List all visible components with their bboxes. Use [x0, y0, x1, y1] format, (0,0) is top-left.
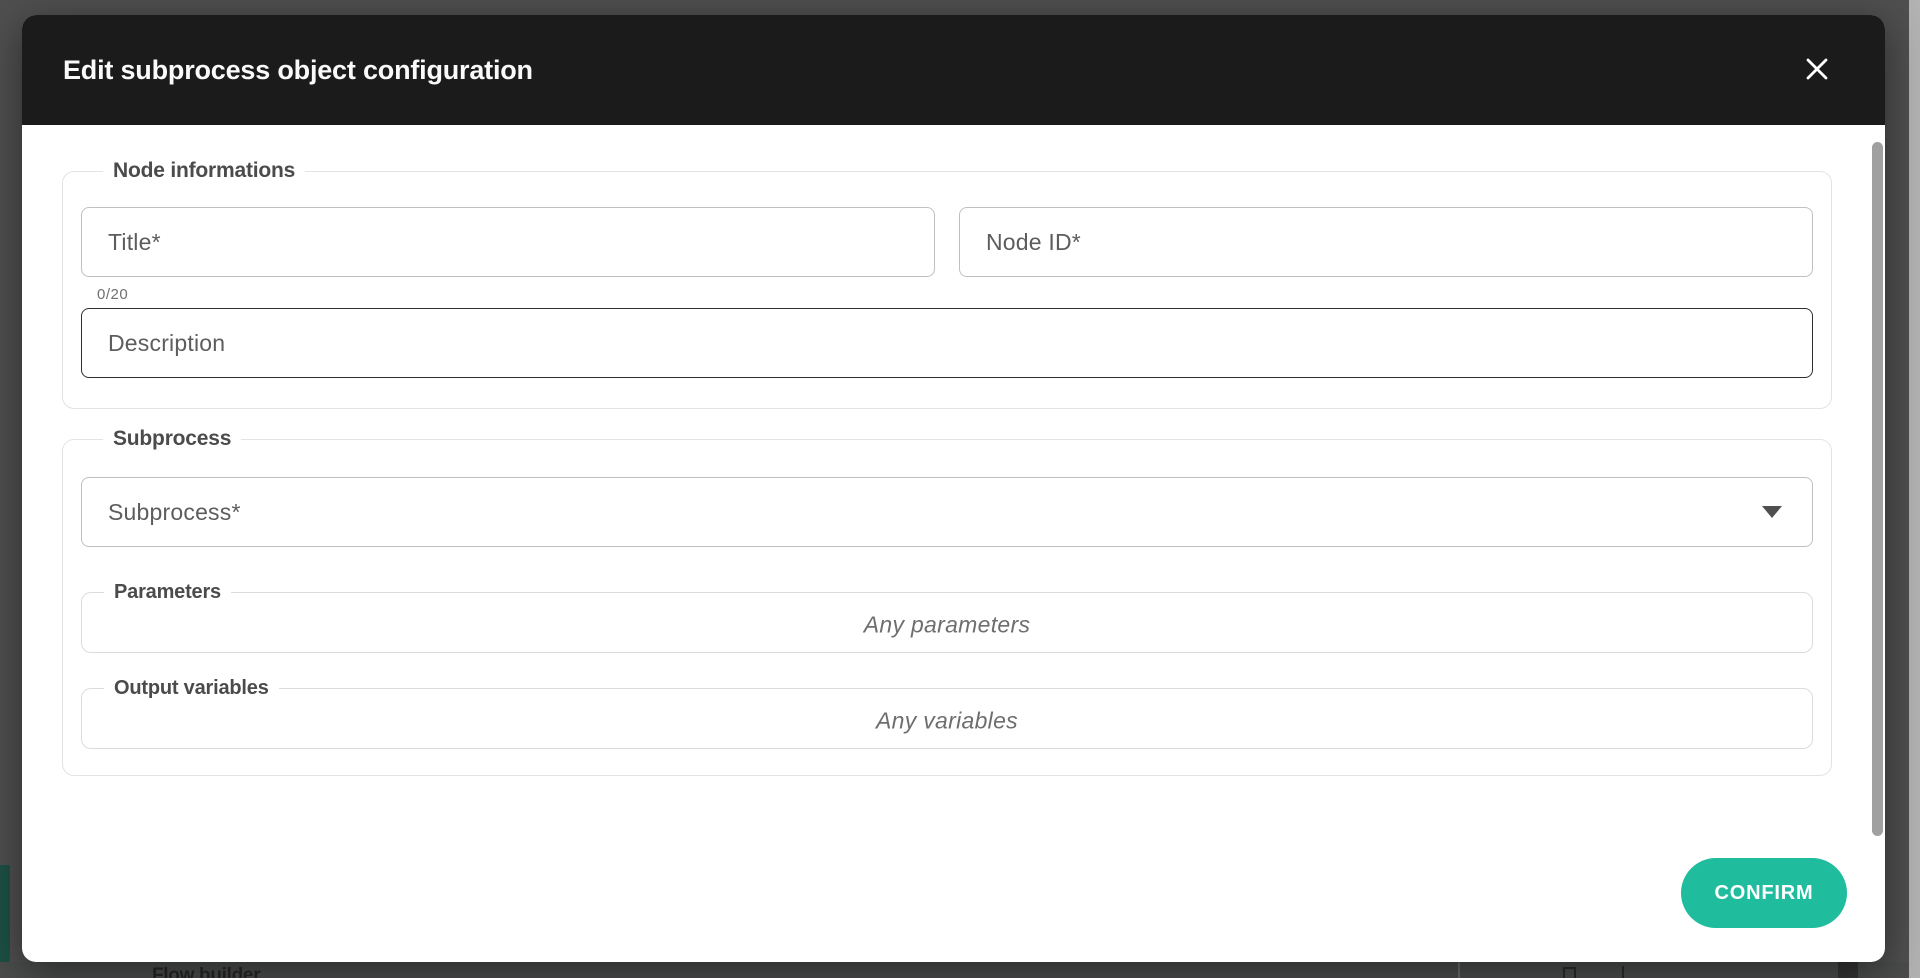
edit-subprocess-dialog: Edit subprocess object configuration Nod…: [22, 15, 1885, 962]
background-page-strip: Flow builder: [0, 962, 1909, 978]
background-flow-edge: [1622, 966, 1624, 978]
background-panel-edge: [1458, 962, 1460, 978]
node-informations-section: Node informations 0/20: [62, 159, 1832, 409]
description-row: [81, 308, 1813, 378]
confirm-button[interactable]: CONFIRM: [1681, 858, 1847, 928]
output-variables-legend: Output variables: [114, 677, 269, 699]
modal-scrollbar-thumb[interactable]: [1872, 142, 1883, 836]
subprocess-select[interactable]: Subprocess*: [81, 477, 1813, 547]
dialog-header: Edit subprocess object configuration: [22, 15, 1885, 125]
node-informations-legend: Node informations: [113, 159, 296, 182]
parameters-empty-text: Any parameters: [863, 611, 1031, 638]
output-variables-section: Output variables Any variables: [81, 677, 1813, 749]
description-input[interactable]: [81, 308, 1813, 378]
subprocess-section: Subprocess Subprocess* Parameters Any pa…: [62, 427, 1832, 776]
title-input[interactable]: [81, 207, 935, 277]
title-nodeid-row: [81, 207, 1813, 277]
background-page-title: Flow builder: [152, 965, 261, 978]
subprocess-legend: Subprocess: [113, 427, 232, 450]
flow-canvas-dot-grid: [500, 962, 1458, 978]
background-flow-node: [1563, 967, 1576, 978]
page-scrollbar[interactable]: [1909, 0, 1920, 978]
dialog-body: Node informations 0/20 Subprocess Subpro…: [22, 125, 1885, 962]
title-char-counter: 0/20: [97, 286, 129, 303]
parameters-legend: Parameters: [114, 581, 221, 603]
dialog-title: Edit subprocess object configuration: [63, 54, 533, 85]
node-id-input[interactable]: [959, 207, 1813, 277]
chevron-down-icon: [1762, 506, 1782, 518]
output-variables-empty-text: Any variables: [876, 707, 1018, 734]
close-icon: [1803, 55, 1831, 86]
parameters-section: Parameters Any parameters: [81, 581, 1813, 653]
background-dark-block: [1838, 962, 1858, 978]
close-button[interactable]: [1797, 50, 1837, 90]
subprocess-select-placeholder: Subprocess*: [108, 498, 241, 525]
